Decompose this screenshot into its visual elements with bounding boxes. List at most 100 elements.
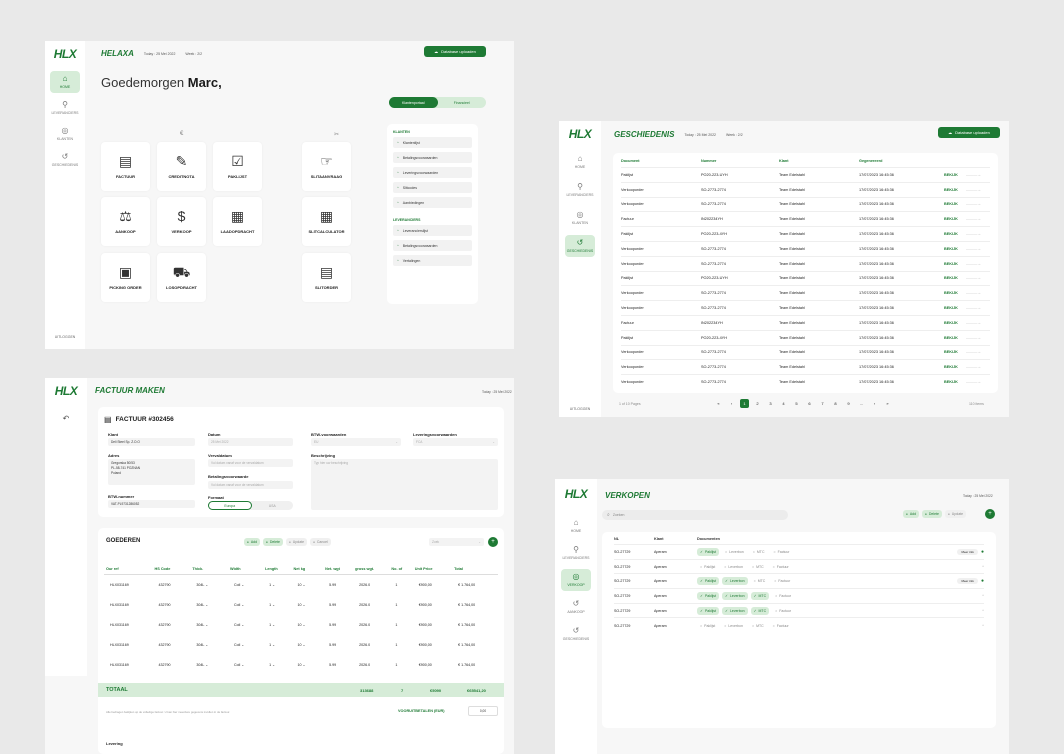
- cell-value[interactable]: 1 ⌄: [265, 660, 280, 669]
- cell-value[interactable]: Coil ⌄: [230, 580, 249, 589]
- cell-value[interactable]: € 1.764,00: [454, 660, 480, 669]
- delete-button[interactable]: ● Delete: [922, 510, 942, 518]
- doc-mtc[interactable]: ○ MTC: [751, 577, 769, 585]
- tile-laadopdracht[interactable]: ▦ Laadopdracht: [213, 197, 262, 246]
- sidebar-item-geschiedenis[interactable]: ↺ Geschiedenis: [50, 149, 80, 171]
- cell-value[interactable]: 1 ⌄: [265, 640, 280, 649]
- cell-value[interactable]: HLX031169: [106, 660, 133, 669]
- doc-factuur[interactable]: ○ Factuur: [770, 622, 792, 630]
- cell-value[interactable]: 432790: [154, 640, 175, 649]
- cell-value[interactable]: 1 ⌄: [265, 580, 280, 589]
- tile-factuur[interactable]: ▤ Factuur: [101, 142, 150, 191]
- tile-losopdracht[interactable]: ⛟ Losopdracht: [157, 253, 206, 302]
- tile-creditnota[interactable]: ✎ Creditnota: [157, 142, 206, 191]
- cell-value[interactable]: 1: [391, 640, 402, 649]
- sidebar-item-verkoop[interactable]: ◎ Verkoop: [561, 569, 591, 591]
- sidebar-item-leveranciers[interactable]: ⚲ Leveranciers: [561, 542, 591, 564]
- add-row-button[interactable]: +: [488, 537, 498, 547]
- cell-value[interactable]: 10 ⌄: [293, 600, 310, 609]
- doc-leverbon[interactable]: ○ Leverbon: [722, 548, 747, 556]
- cell-value[interactable]: 304L ⌄: [192, 620, 213, 629]
- cell-value[interactable]: 2026.0: [355, 640, 375, 649]
- cell-value[interactable]: 304L ⌄: [192, 660, 213, 669]
- doc-factuur[interactable]: ○ Factuur: [770, 563, 792, 571]
- bekijk-link[interactable]: BEKIJK: [944, 196, 966, 212]
- btw-field[interactable]: VAT-PL9731286052: [108, 500, 195, 508]
- bekijk-link[interactable]: BEKIJK: [944, 300, 966, 316]
- page-6[interactable]: 6: [805, 399, 814, 408]
- bekijk-link[interactable]: BEKIJK: [944, 226, 966, 242]
- add-button[interactable]: ● Add: [244, 538, 261, 546]
- cell-value[interactable]: 5.99: [325, 660, 341, 669]
- bekijk-link[interactable]: BEKIJK: [944, 167, 966, 183]
- tile-slitaanvraag[interactable]: ☞ Slitaanvraag: [302, 142, 351, 191]
- sidebar-item-leveranciers[interactable]: ⚲ Leveranciers: [50, 97, 80, 119]
- add-button[interactable]: ● Add: [903, 510, 920, 518]
- cell-value[interactable]: €900,00: [414, 640, 436, 649]
- tile-slitorder[interactable]: ▤ Slitorder: [302, 253, 351, 302]
- doc-leverbon[interactable]: ✓ Leverbon: [722, 606, 748, 615]
- meer-info-button[interactable]: Meer info: [957, 548, 978, 555]
- doc-factuur[interactable]: ○ Factuur: [771, 577, 793, 585]
- bekijk-link[interactable]: BEKIJK: [944, 255, 966, 272]
- vooruitbetalen-field[interactable]: 0,00: [468, 706, 498, 716]
- beschrijving-field[interactable]: Typ hier uw beschrijving: [311, 459, 498, 510]
- format-europa[interactable]: Europa: [208, 501, 252, 510]
- menu-item-leverancierslijst[interactable]: ◦ Leverancierslijst: [393, 225, 472, 236]
- cell-value[interactable]: Coil ⌄: [230, 600, 249, 609]
- cell-value[interactable]: 304L ⌄: [192, 580, 213, 589]
- bekijk-link[interactable]: BEKIJK: [944, 359, 966, 375]
- cell-value[interactable]: 2026.0: [355, 600, 375, 609]
- bekijk-link[interactable]: BEKIJK: [944, 211, 966, 227]
- page-3[interactable]: 3: [766, 399, 775, 408]
- cell-value[interactable]: 2026.0: [355, 660, 375, 669]
- page-nav-1[interactable]: ‹: [727, 399, 736, 408]
- doc-paklijst[interactable]: ✓ Paklijst: [697, 591, 720, 600]
- tab-financieel[interactable]: Financieel: [438, 97, 487, 108]
- database-upload-button[interactable]: ☁ Database uploaden: [938, 127, 1000, 138]
- doc-mtc[interactable]: ✓ MTC: [750, 606, 770, 615]
- datum-field[interactable]: 25 Mei 2022: [208, 438, 293, 446]
- cell-value[interactable]: HLX031169: [106, 620, 133, 629]
- cell-value[interactable]: 5.99: [325, 580, 341, 589]
- database-upload-button[interactable]: ☁ Database uploaden: [424, 46, 486, 57]
- page-5[interactable]: 5: [792, 399, 801, 408]
- adres-field[interactable]: Gregorska 50/53 PL-58-741 POZNAN Poland: [108, 459, 195, 485]
- betaling-field[interactable]: Vul datum vanaf voor de vervaldatum: [208, 481, 293, 489]
- bekijk-link[interactable]: BEKIJK: [944, 181, 966, 198]
- sidebar-item-home[interactable]: ⌂ Home: [561, 515, 591, 537]
- pdf-icon[interactable]: ▫: [982, 608, 984, 614]
- tile-paklijst[interactable]: ☑ Paklijst: [213, 142, 262, 191]
- bekijk-link[interactable]: BEKIJK: [944, 344, 966, 360]
- cell-value[interactable]: 1: [391, 660, 402, 669]
- cell-value[interactable]: 304L ⌄: [192, 640, 213, 649]
- cell-value[interactable]: 10 ⌄: [293, 640, 310, 649]
- sidebar-item-klanten[interactable]: ◎ Klanten: [565, 207, 595, 229]
- btw-voorwaarden-select[interactable]: EU ⌄: [311, 438, 401, 446]
- vervaldatum-field[interactable]: Vul datum vanaf voor de vervaldatum: [208, 459, 293, 467]
- cell-value[interactable]: 432790: [154, 600, 175, 609]
- menu-item-betalingsvoorwaarden[interactable]: ◦ Betalingsvoorwaarden: [393, 240, 472, 251]
- bekijk-link[interactable]: BEKIJK: [944, 240, 966, 257]
- page-nav-13[interactable]: »: [883, 399, 892, 408]
- update-button[interactable]: ● Update: [285, 538, 308, 546]
- page-nav-0[interactable]: «: [714, 399, 723, 408]
- doc-factuur[interactable]: ○ Factuur: [772, 592, 794, 600]
- doc-paklijst[interactable]: ✓ Paklijst: [697, 577, 720, 586]
- cell-value[interactable]: €900,00: [414, 580, 436, 589]
- doc-mtc[interactable]: ✓ MTC: [750, 591, 770, 600]
- doc-factuur[interactable]: ○ Factuur: [772, 607, 794, 615]
- cell-value[interactable]: 2026.0: [355, 620, 375, 629]
- menu-item-slitcodes[interactable]: ◦ Slitcodes: [393, 182, 472, 193]
- cell-value[interactable]: €900,00: [414, 600, 436, 609]
- doc-leverbon[interactable]: ○ Leverbon: [721, 622, 746, 630]
- doc-mtc[interactable]: ○ MTC: [750, 548, 768, 556]
- cell-value[interactable]: Coil ⌄: [230, 660, 249, 669]
- page-nav-12[interactable]: ›: [870, 399, 879, 408]
- doc-paklijst[interactable]: ○ Paklijst: [697, 563, 718, 571]
- cell-value[interactable]: 1: [391, 600, 402, 609]
- logout-link[interactable]: Uitloggen: [55, 335, 76, 339]
- doc-leverbon[interactable]: ○ Leverbon: [721, 563, 746, 571]
- cell-value[interactable]: HLX031169: [106, 600, 133, 609]
- add-button[interactable]: +: [985, 509, 995, 519]
